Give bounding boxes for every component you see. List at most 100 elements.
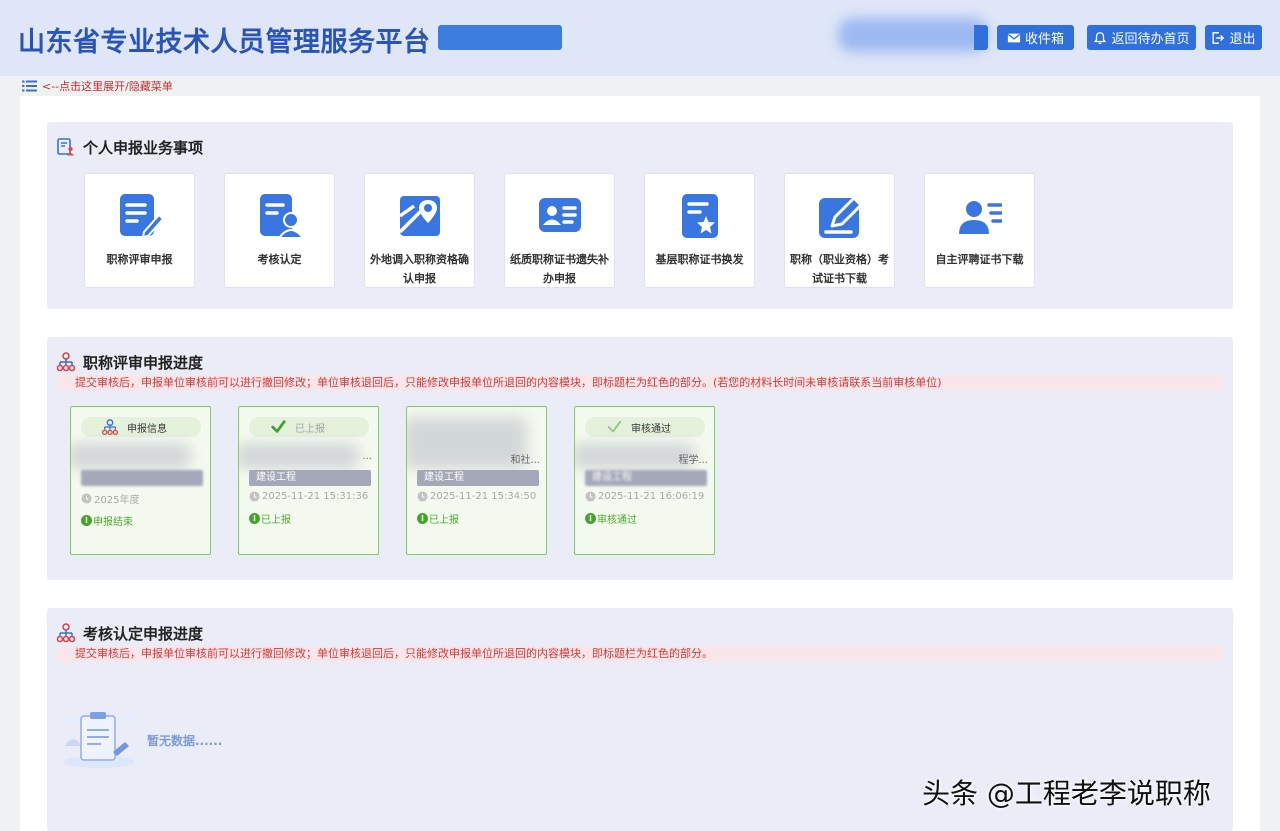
card-redacted-name <box>575 443 695 469</box>
progress-card[interactable]: 申报信息 2025年度 i 申报结束 <box>70 406 211 555</box>
org-chart-icon <box>101 419 119 435</box>
card-step-label: 审核通过 <box>631 423 671 435</box>
list-icon <box>22 80 37 92</box>
menu-toggle[interactable]: <--点击这里展开/隐藏菜单 <box>22 79 173 93</box>
clock-icon <box>417 491 428 502</box>
card-category <box>81 470 203 486</box>
card-status: i 已上报 <box>249 511 291 526</box>
user-button[interactable] <box>974 25 988 50</box>
card-status-text: 已上报 <box>429 515 459 526</box>
card-date-text: 2025年度 <box>94 495 140 506</box>
card-status-text: 申报结束 <box>93 517 133 528</box>
id-card-icon <box>539 198 581 232</box>
card-date: 2025-11-21 15:34:50 <box>417 491 536 502</box>
info-icon: i <box>249 513 260 524</box>
card-status-text: 已上报 <box>261 515 291 526</box>
tile-transfer-confirm[interactable]: 外地调入职称资格确认申报 <box>364 173 475 288</box>
tile-certificate-reissue[interactable]: 纸质职称证书遗失补办申报 <box>504 173 615 288</box>
clock-icon <box>249 491 260 502</box>
info-icon: i <box>417 513 428 524</box>
title-separator: | <box>419 26 425 46</box>
progress-title: 职称评审申报进度 <box>83 354 204 372</box>
clock-icon <box>81 493 92 504</box>
clock-icon <box>585 491 596 502</box>
logout-icon <box>1212 31 1225 44</box>
assessment-title: 考核认定申报进度 <box>83 625 204 643</box>
card-redacted-name <box>239 443 359 469</box>
info-icon: i <box>585 513 596 524</box>
info-icon: i <box>81 515 92 526</box>
doc-user-icon <box>260 194 302 239</box>
card-date: 2025-11-21 15:31:36 <box>249 491 368 502</box>
tile-self-hire-certificate[interactable]: 自主评聘证书下载 <box>924 173 1035 288</box>
business-title: 个人申报业务事项 <box>83 139 204 157</box>
inbox-label: 收件箱 <box>1024 32 1064 47</box>
progress-card[interactable]: 和社... 建设工程 2025-11-21 15:34:50 i 已上报 <box>406 406 547 555</box>
main-content: 个人申报业务事项 职称评审申报 考核认定 外地调入职称资格确认申报 纸质职称证书… <box>20 96 1260 831</box>
card-step-pill: 已上报 <box>249 417 369 437</box>
tile-label: 外地调入职称资格确认申报 <box>370 253 469 285</box>
tile-label: 基层职称证书换发 <box>655 253 744 266</box>
card-date-text: 2025-11-21 15:34:50 <box>430 491 537 502</box>
card-step-label: 已上报 <box>295 423 325 435</box>
card-category: 建设工程 <box>417 470 539 486</box>
card-status: i 申报结束 <box>81 513 133 528</box>
tile-title-review-apply[interactable]: 职称评审申报 <box>84 173 195 288</box>
card-name-fragment: 程学... <box>678 455 708 466</box>
tile-grassroots-replace[interactable]: 基层职称证书换发 <box>644 173 755 288</box>
check-icon <box>607 420 622 433</box>
inbox-button[interactable]: 收件箱 <box>997 25 1074 50</box>
card-date: 2025-11-21 16:06:19 <box>585 491 704 502</box>
card-status-text: 审核通过 <box>597 515 637 526</box>
doc-star-icon <box>682 194 718 238</box>
assessment-notice: 提交审核后，申报单位审核前可以进行撤回修改；单位审核退回后，只能修改申报单位所退… <box>57 646 1223 662</box>
progress-card[interactable]: 审核通过 程学... 建设工程 2025-11-21 16:06:19 i 审核… <box>574 406 715 555</box>
user-list-icon <box>959 201 1002 234</box>
card-category: 建设工程 <box>585 470 707 486</box>
progress-notice: 提交审核后，申报单位审核前可以进行撤回修改；单位审核退回后，只能修改申报单位所退… <box>57 375 1223 391</box>
doc-edit-icon <box>120 194 162 239</box>
logout-button[interactable]: 退出 <box>1205 25 1262 50</box>
back-to-todo-button[interactable]: 返回待办首页 <box>1087 25 1196 50</box>
tile-label: 考核认定 <box>257 253 302 266</box>
card-date: 2025年度 <box>81 491 139 506</box>
card-name-fragment: ... <box>362 451 372 462</box>
business-panel: 个人申报业务事项 职称评审申报 考核认定 外地调入职称资格确认申报 纸质职称证书… <box>47 122 1233 309</box>
tile-label: 职称评审申报 <box>106 253 173 266</box>
card-status: i 已上报 <box>417 511 459 526</box>
pen-square-icon <box>819 196 862 238</box>
role-badge <box>438 25 562 50</box>
org-chart-icon <box>56 352 76 372</box>
card-redacted-name <box>71 443 191 469</box>
tile-assessment[interactable]: 考核认定 <box>224 173 335 288</box>
tile-exam-certificate-download[interactable]: 职称（职业资格）考试证书下载 <box>784 173 895 288</box>
card-step-pill: 申报信息 <box>81 417 201 437</box>
back-to-todo-label: 返回待办首页 <box>1111 32 1190 47</box>
role-badge-text <box>438 25 562 50</box>
card-name-fragment: 和社... <box>510 455 540 466</box>
doc-user-small-icon <box>57 138 74 156</box>
menu-toggle-label: <--点击这里展开/隐藏菜单 <box>42 80 173 93</box>
map-pin-icon <box>398 196 440 236</box>
mail-icon <box>1007 33 1021 42</box>
card-date-text: 2025-11-21 15:31:36 <box>262 491 369 502</box>
logout-label: 退出 <box>1229 32 1256 47</box>
tile-label: 纸质职称证书遗失补办申报 <box>510 253 609 285</box>
card-date-text: 2025-11-21 16:06:19 <box>598 491 705 502</box>
bell-icon <box>1094 31 1107 44</box>
card-redacted-name <box>407 417 527 469</box>
top-header: 山东省专业技术人员管理服务平台 | 收件箱 返回待办首页 退出 <box>0 0 1280 76</box>
progress-card[interactable]: 已上报 ... 建设工程 2025-11-21 15:31:36 i 已上报 <box>238 406 379 555</box>
org-chart-icon <box>56 623 76 643</box>
user-info-redacted <box>838 18 988 52</box>
card-step-pill: 审核通过 <box>585 417 705 437</box>
empty-state-text: 暂无数据...... <box>147 734 223 748</box>
card-category: 建设工程 <box>249 470 371 486</box>
card-step-label: 申报信息 <box>127 423 167 435</box>
tile-label: 自主评聘证书下载 <box>935 253 1024 266</box>
site-title: 山东省专业技术人员管理服务平台 <box>18 27 431 58</box>
empty-clipboard-icon <box>63 712 138 768</box>
tile-label: 职称（职业资格）考试证书下载 <box>790 253 889 285</box>
progress-panel: 职称评审申报进度 提交审核后，申报单位审核前可以进行撤回修改；单位审核退回后，只… <box>47 337 1233 580</box>
card-status: i 审核通过 <box>585 511 637 526</box>
